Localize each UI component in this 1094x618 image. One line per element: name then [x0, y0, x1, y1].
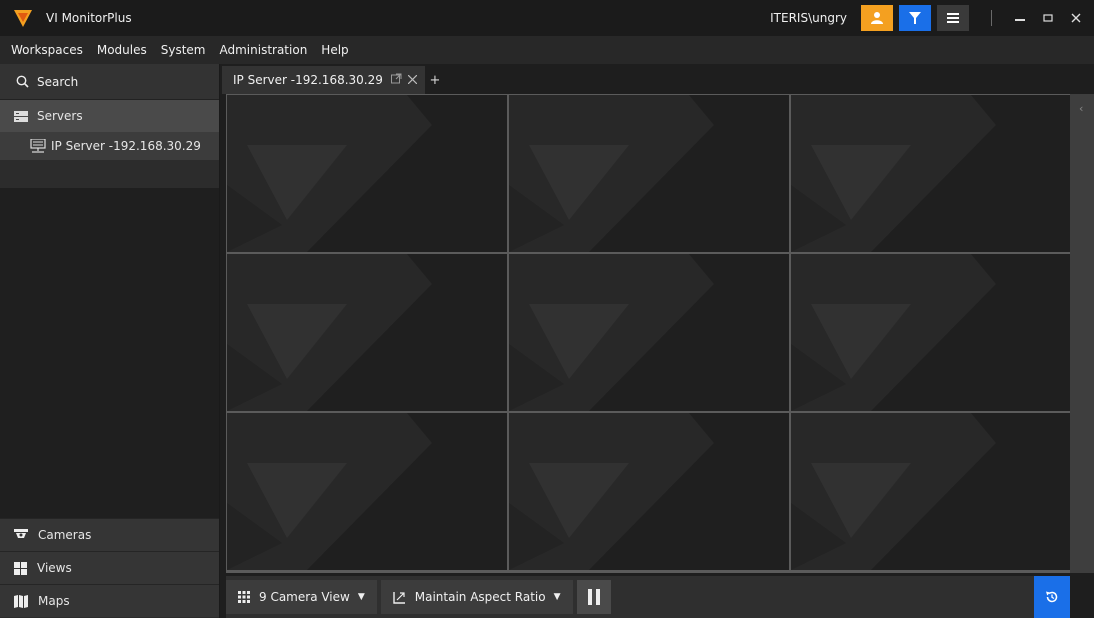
menu-help[interactable]: Help	[314, 43, 355, 57]
menu-workspaces[interactable]: Workspaces	[0, 43, 90, 57]
title-separator	[991, 10, 992, 26]
watermark-logo-icon	[509, 254, 714, 411]
add-tab-button[interactable]: +	[425, 66, 445, 94]
maximize-button[interactable]	[1034, 0, 1062, 36]
maximize-icon	[1043, 14, 1053, 22]
camera-tile[interactable]	[509, 254, 789, 411]
minimize-button[interactable]	[1006, 0, 1034, 36]
username-label: ITERIS\ungry	[770, 11, 847, 25]
history-icon	[1046, 591, 1058, 603]
aspect-ratio-dropdown[interactable]: Maintain Aspect Ratio ▼	[380, 580, 573, 614]
camera-tile[interactable]	[791, 254, 1071, 411]
filter-button[interactable]	[899, 5, 931, 31]
tab-close-icon[interactable]	[407, 73, 418, 87]
pause-icon	[587, 589, 600, 605]
sidebar-tab-views[interactable]: Views	[0, 551, 219, 584]
close-icon	[1071, 13, 1081, 23]
camera-tile[interactable]	[509, 413, 789, 570]
servers-icon	[14, 110, 28, 122]
bottom-toolbar: 9 Camera View ▼ Maintain Aspect Ratio ▼	[226, 576, 1070, 618]
sidebar-tab-maps[interactable]: Maps	[0, 584, 219, 617]
popout-icon[interactable]	[390, 73, 402, 87]
user-button[interactable]	[861, 5, 893, 31]
app-logo	[14, 10, 32, 27]
grid-layout-icon	[238, 591, 250, 603]
close-button[interactable]	[1062, 0, 1090, 36]
tab-label: IP Server -192.168.30.29	[233, 73, 383, 87]
menu-modules[interactable]: Modules	[90, 43, 154, 57]
chevron-left-icon[interactable]: ‹	[1079, 102, 1083, 115]
camera-icon	[14, 529, 28, 538]
aspect-ratio-label: Maintain Aspect Ratio	[414, 590, 546, 604]
camera-tile[interactable]	[227, 413, 507, 570]
grid-view-icon	[14, 561, 27, 575]
maps-label: Maps	[38, 594, 70, 608]
watermark-logo-icon	[791, 95, 996, 252]
chevron-down-icon: ▼	[553, 592, 561, 602]
camera-tile[interactable]	[227, 254, 507, 411]
search-label: Search	[37, 74, 79, 89]
camera-tile[interactable]	[791, 95, 1071, 252]
watermark-logo-icon	[227, 413, 432, 570]
servers-label: Servers	[37, 109, 83, 123]
cameras-label: Cameras	[38, 528, 92, 542]
map-icon	[14, 594, 28, 608]
search-icon	[16, 75, 29, 88]
layout-dropdown[interactable]: 9 Camera View ▼	[226, 580, 377, 614]
right-panel-collapsed[interactable]: ‹	[1070, 94, 1094, 573]
watermark-logo-icon	[227, 95, 432, 252]
watermark-logo-icon	[791, 413, 996, 570]
server-icon	[30, 139, 46, 153]
layout-label: 9 Camera View	[259, 590, 350, 604]
tree-item-ip-server[interactable]: IP Server -192.168.30.29	[0, 132, 219, 160]
menu-system[interactable]: System	[154, 43, 213, 57]
camera-grid	[226, 94, 1071, 573]
playback-history-button[interactable]	[1034, 576, 1070, 618]
workspace-tab-bar: IP Server -192.168.30.29 +	[222, 64, 1094, 94]
menu-button[interactable]	[937, 5, 969, 31]
tree-item-label: IP Server -192.168.30.29	[51, 139, 201, 153]
sidebar-servers-header[interactable]: Servers	[0, 100, 219, 132]
sidebar-bottom-tabs: Cameras Views Maps	[0, 518, 219, 617]
menu-bar: Workspaces Modules System Administration…	[0, 36, 1094, 64]
watermark-logo-icon	[509, 413, 714, 570]
hamburger-icon	[947, 13, 959, 23]
title-bar-controls: ITERIS\ungry	[770, 0, 1094, 36]
views-label: Views	[37, 561, 72, 575]
watermark-logo-icon	[509, 95, 714, 252]
app-title: VI MonitorPlus	[46, 11, 132, 25]
sidebar: Search Servers IP Server -192.168.30.29	[0, 64, 220, 618]
user-icon	[871, 12, 883, 24]
camera-tile[interactable]	[791, 413, 1071, 570]
sidebar-tab-cameras[interactable]: Cameras	[0, 518, 219, 551]
menu-administration[interactable]: Administration	[212, 43, 314, 57]
pause-button[interactable]	[576, 580, 611, 614]
tab-ip-server[interactable]: IP Server -192.168.30.29	[222, 66, 425, 94]
watermark-logo-icon	[227, 254, 432, 411]
camera-tile[interactable]	[509, 95, 789, 252]
watermark-logo-icon	[791, 254, 996, 411]
chevron-down-icon: ▼	[357, 592, 365, 602]
camera-tile[interactable]	[227, 95, 507, 252]
sidebar-search[interactable]: Search	[0, 64, 219, 100]
minimize-icon	[1015, 19, 1025, 21]
filter-icon	[909, 12, 921, 24]
title-bar: VI MonitorPlus ITERIS\ungry	[0, 0, 1094, 36]
aspect-ratio-icon	[393, 591, 405, 604]
